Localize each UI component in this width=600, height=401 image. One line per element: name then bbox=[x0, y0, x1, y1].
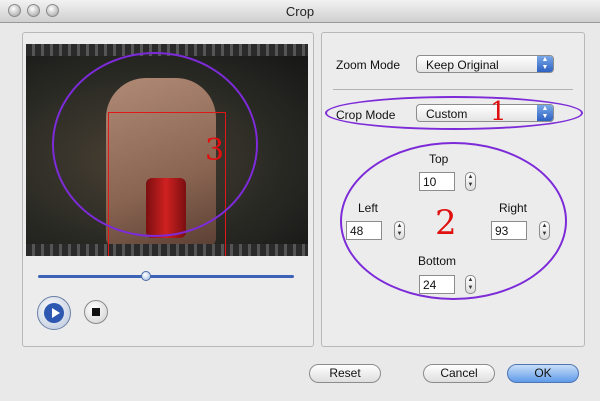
stop-icon bbox=[92, 308, 100, 316]
play-icon bbox=[44, 303, 64, 323]
annotation-number-2: 2 bbox=[435, 203, 457, 243]
zoom-mode-label: Zoom Mode bbox=[336, 58, 401, 72]
crop-window: Crop Zoom Mode Keep Original ▲ ▼ Crop Mod… bbox=[0, 0, 600, 401]
titlebar: Crop bbox=[0, 0, 600, 23]
play-button[interactable] bbox=[37, 296, 71, 330]
annotation-circle-1 bbox=[325, 96, 583, 130]
cancel-button[interactable]: Cancel bbox=[423, 364, 495, 383]
chevron-updown-icon: ▲ ▼ bbox=[537, 56, 553, 72]
window-title: Crop bbox=[285, 4, 315, 19]
seek-slider[interactable] bbox=[38, 275, 294, 278]
annotation-number-3: 3 bbox=[205, 133, 225, 168]
seek-slider-knob[interactable] bbox=[141, 271, 151, 281]
zoom-mode-select[interactable]: Keep Original ▲ ▼ bbox=[416, 55, 554, 73]
ok-button[interactable]: OK bbox=[507, 364, 579, 383]
stop-button[interactable] bbox=[84, 300, 108, 324]
annotation-circle-3 bbox=[52, 52, 258, 237]
separator bbox=[333, 89, 573, 90]
reset-button[interactable]: Reset bbox=[309, 364, 381, 383]
annotation-number-1: 1 bbox=[490, 97, 507, 127]
zoom-mode-value: Keep Original bbox=[426, 58, 499, 72]
